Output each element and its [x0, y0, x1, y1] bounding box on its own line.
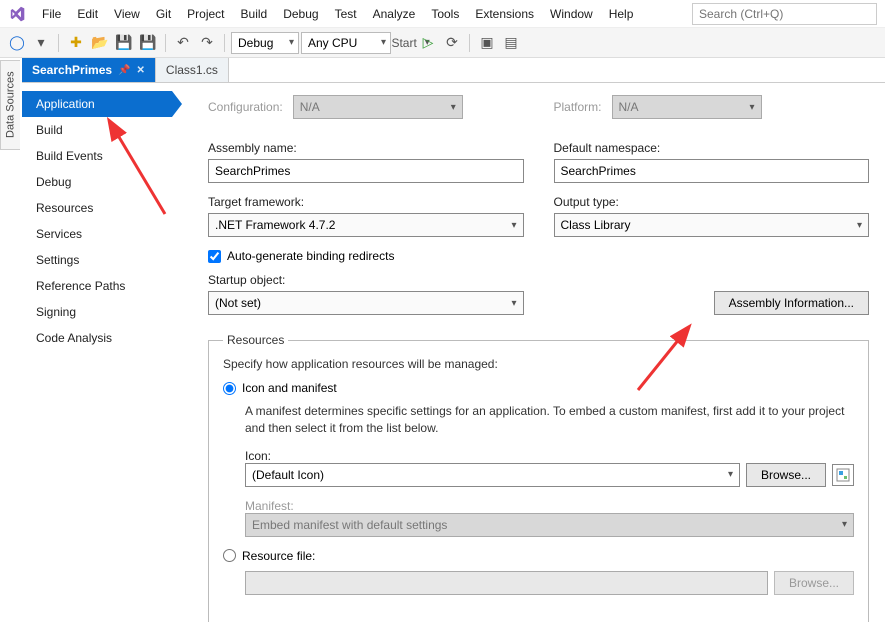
platform-label: Platform:	[554, 100, 602, 114]
icon-preview-icon	[832, 464, 854, 486]
new-project-icon[interactable]: ✚	[65, 32, 87, 54]
menu-view[interactable]: View	[106, 3, 148, 25]
menu-tools[interactable]: Tools	[423, 3, 467, 25]
save-all-icon[interactable]: 💾	[137, 32, 159, 54]
document-area: SearchPrimes 📌 ✕ Class1.cs Application B…	[22, 58, 885, 622]
default-namespace-label: Default namespace:	[554, 141, 870, 155]
pin-icon[interactable]: 📌	[118, 65, 130, 76]
menu-project[interactable]: Project	[179, 3, 232, 25]
start-debug-button[interactable]: ▶Start▾	[393, 32, 415, 54]
resource-file-label: Resource file:	[242, 549, 315, 563]
tab-label: Class1.cs	[166, 63, 218, 77]
layout-icon[interactable]: ▤	[500, 32, 522, 54]
save-icon[interactable]: 💾	[113, 32, 135, 54]
toolbox-icon[interactable]: ▣	[476, 32, 498, 54]
nav-build[interactable]: Build	[22, 117, 172, 143]
menu-test[interactable]: Test	[327, 3, 365, 25]
resource-file-radio[interactable]	[223, 549, 236, 562]
resources-description: Specify how application resources will b…	[223, 357, 854, 371]
menu-help[interactable]: Help	[601, 3, 642, 25]
icon-browse-button[interactable]: Browse...	[746, 463, 826, 487]
tab-label: SearchPrimes	[32, 63, 112, 77]
target-framework-label: Target framework:	[208, 195, 524, 209]
assembly-information-button[interactable]: Assembly Information...	[714, 291, 869, 315]
nav-settings[interactable]: Settings	[22, 247, 172, 273]
redo-icon[interactable]: ↷	[196, 32, 218, 54]
property-nav: Application Build Build Events Debug Res…	[22, 83, 172, 622]
data-sources-tab[interactable]: Data Sources	[0, 60, 20, 150]
assembly-name-label: Assembly name:	[208, 141, 524, 155]
menu-bar: File Edit View Git Project Build Debug T…	[0, 0, 885, 28]
nav-application[interactable]: Application	[22, 91, 172, 117]
solution-platform-label: Any CPU	[308, 36, 357, 50]
configuration-select: N/A	[293, 95, 463, 119]
search-input[interactable]	[692, 3, 877, 25]
menu-extensions[interactable]: Extensions	[467, 3, 542, 25]
nav-signing[interactable]: Signing	[22, 299, 172, 325]
startup-object-select[interactable]: (Not set)	[208, 291, 524, 315]
browser-link-icon[interactable]: ⟳	[441, 32, 463, 54]
solution-config-select[interactable]: Debug	[231, 32, 299, 54]
menu-build[interactable]: Build	[233, 3, 276, 25]
resources-legend: Resources	[223, 333, 288, 347]
open-folder-icon[interactable]: 📂	[89, 32, 111, 54]
solution-config-label: Debug	[238, 36, 273, 50]
project-properties: Application Build Build Events Debug Res…	[22, 82, 885, 622]
nav-reference-paths[interactable]: Reference Paths	[22, 273, 172, 299]
output-type-select[interactable]: Class Library	[554, 213, 870, 237]
icon-select[interactable]: (Default Icon)	[245, 463, 740, 487]
resource-file-input	[245, 571, 768, 595]
resource-browse-button: Browse...	[774, 571, 854, 595]
nav-services[interactable]: Services	[22, 221, 172, 247]
platform-select: N/A	[612, 95, 762, 119]
nav-code-analysis[interactable]: Code Analysis	[22, 325, 172, 351]
start-label: Start	[391, 36, 416, 50]
nav-resources[interactable]: Resources	[22, 195, 172, 221]
menu-debug[interactable]: Debug	[275, 3, 326, 25]
configuration-label: Configuration:	[208, 100, 283, 114]
toolbar: ◯ ▾ ✚ 📂 💾 💾 ↶ ↷ Debug Any CPU ▶Start▾ ▷ …	[0, 28, 885, 58]
start-without-debug-icon[interactable]: ▷	[417, 32, 439, 54]
menu-window[interactable]: Window	[542, 3, 601, 25]
solution-platform-select[interactable]: Any CPU	[301, 32, 391, 54]
quick-launch[interactable]	[692, 3, 877, 25]
menu-git[interactable]: Git	[148, 3, 179, 25]
nav-back-button[interactable]: ◯	[6, 32, 28, 54]
auto-redirects-label: Auto-generate binding redirects	[227, 249, 394, 263]
menu-analyze[interactable]: Analyze	[365, 3, 424, 25]
default-namespace-input[interactable]	[554, 159, 870, 183]
manifest-select: Embed manifest with default settings	[245, 513, 854, 537]
output-type-label: Output type:	[554, 195, 870, 209]
assembly-name-input[interactable]	[208, 159, 524, 183]
resources-group: Resources Specify how application resour…	[208, 333, 869, 622]
nav-build-events[interactable]: Build Events	[22, 143, 172, 169]
icon-manifest-label: Icon and manifest	[242, 381, 337, 395]
menu-file[interactable]: File	[34, 3, 69, 25]
undo-icon[interactable]: ↶	[172, 32, 194, 54]
tab-class1[interactable]: Class1.cs	[156, 58, 229, 82]
icon-label: Icon:	[245, 449, 271, 463]
close-icon[interactable]: ✕	[137, 65, 145, 76]
manifest-label: Manifest:	[245, 499, 294, 513]
nav-forward-button[interactable]: ▾	[30, 32, 52, 54]
target-framework-select[interactable]: .NET Framework 4.7.2	[208, 213, 524, 237]
vs-logo-icon	[6, 3, 28, 25]
nav-debug[interactable]: Debug	[22, 169, 172, 195]
tab-searchprimes[interactable]: SearchPrimes 📌 ✕	[22, 58, 156, 82]
startup-object-label: Startup object:	[208, 273, 524, 287]
auto-redirects-checkbox[interactable]	[208, 250, 221, 263]
menu-edit[interactable]: Edit	[69, 3, 106, 25]
manifest-note: A manifest determines specific settings …	[245, 403, 854, 437]
document-tabs: SearchPrimes 📌 ✕ Class1.cs	[22, 58, 885, 82]
icon-manifest-radio[interactable]	[223, 382, 236, 395]
application-page: Configuration: N/A Platform: N/A Assembl…	[172, 83, 885, 622]
